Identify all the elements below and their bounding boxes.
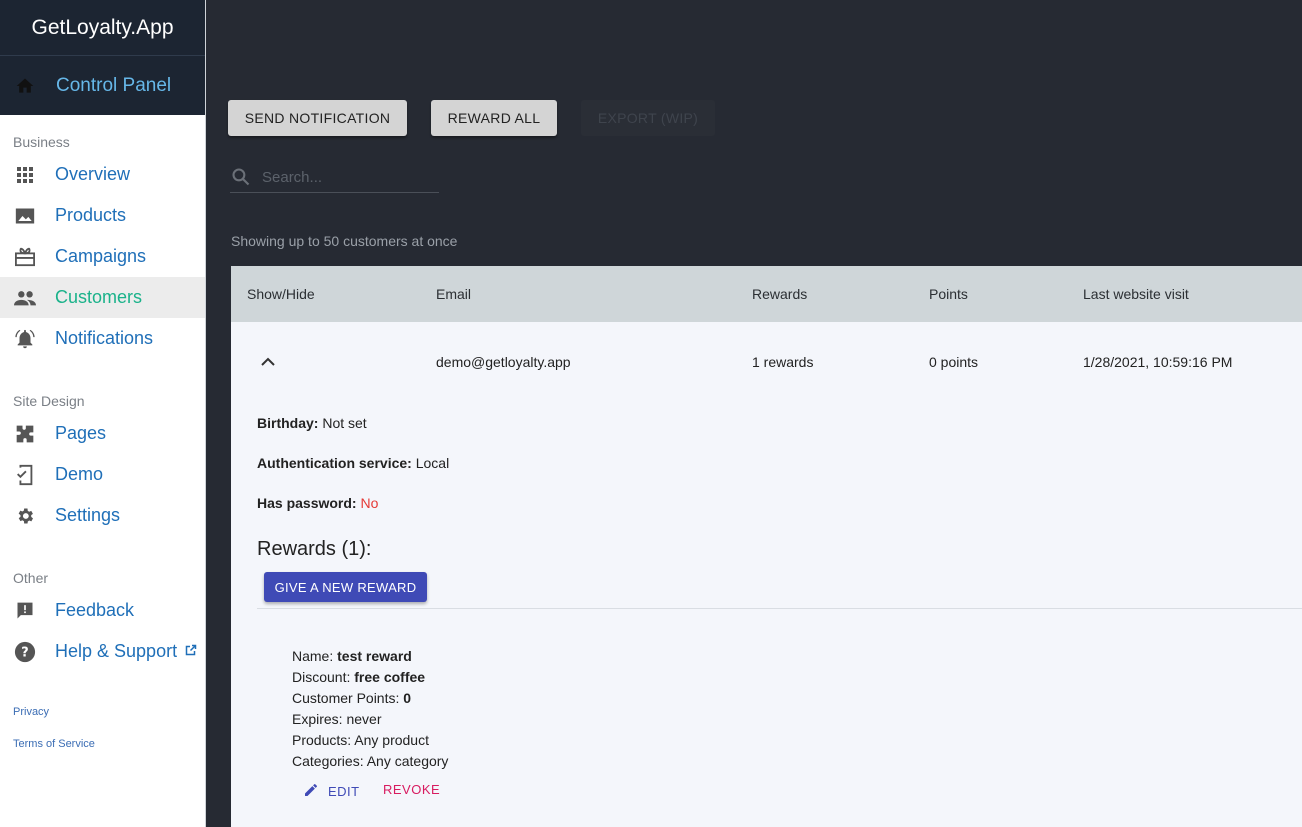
revoke-reward-button[interactable]: REVOKE bbox=[383, 782, 440, 797]
grid-icon bbox=[14, 164, 36, 186]
reward-discount: Discount: free coffee bbox=[292, 667, 448, 688]
sidebar-item-settings[interactable]: Settings bbox=[0, 495, 205, 536]
sidebar-item-label: Settings bbox=[55, 505, 121, 525]
sidebar-item-label: Overview bbox=[55, 164, 131, 184]
section-site-design: Site Design bbox=[13, 393, 85, 409]
reward-products: Products: Any product bbox=[292, 730, 448, 751]
privacy-link[interactable]: Privacy bbox=[0, 706, 205, 718]
gift-card-icon bbox=[14, 246, 36, 268]
sidebar-item-label: Demo bbox=[55, 464, 104, 484]
reward-discount-label: Discount: bbox=[292, 669, 351, 685]
cell-points: 0 points bbox=[929, 354, 979, 370]
gear-icon bbox=[14, 505, 36, 527]
sidebar-item-help[interactable]: ? Help & Support bbox=[0, 631, 205, 672]
reward-name-label: Name: bbox=[292, 648, 334, 664]
collapse-toggle[interactable] bbox=[261, 322, 275, 402]
edit-reward-button[interactable]: EDIT bbox=[303, 782, 360, 801]
app-brand: GetLoyalty.App bbox=[0, 0, 205, 56]
search-icon bbox=[230, 166, 252, 188]
search-field[interactable]: Search... bbox=[230, 162, 439, 193]
results-hint: Showing up to 50 customers at once bbox=[231, 233, 458, 249]
reward-categories-label: Categories: bbox=[292, 753, 364, 769]
help-circle-icon: ? bbox=[14, 641, 36, 663]
reward-products-label: Products: bbox=[292, 732, 352, 748]
column-last-visit: Last website visit bbox=[1083, 286, 1189, 302]
image-icon bbox=[14, 205, 36, 227]
divider bbox=[257, 608, 1302, 609]
detail-password: Has password: No bbox=[257, 495, 378, 511]
detail-auth: Authentication service: Local bbox=[257, 455, 449, 471]
reward-expires-value: never bbox=[346, 711, 382, 727]
external-link-icon bbox=[185, 643, 197, 661]
column-rewards: Rewards bbox=[752, 286, 808, 302]
pencil-icon bbox=[303, 782, 319, 801]
column-points: Points bbox=[929, 286, 968, 302]
sidebar-item-products[interactable]: Products bbox=[0, 195, 205, 236]
reward-name: Name: test reward bbox=[292, 646, 448, 667]
detail-birthday: Birthday: Not set bbox=[257, 415, 367, 431]
sidebar-item-label: Notifications bbox=[55, 328, 154, 348]
reward-products-value: Any product bbox=[354, 732, 429, 748]
people-icon bbox=[14, 287, 36, 309]
birthday-label: Birthday: bbox=[257, 415, 319, 431]
sidebar-item-feedback[interactable]: Feedback bbox=[0, 590, 205, 631]
reward-name-value: test reward bbox=[337, 648, 412, 664]
auth-value: Local bbox=[415, 455, 450, 471]
control-panel-link[interactable]: Control Panel bbox=[0, 56, 205, 115]
column-show-hide: Show/Hide bbox=[247, 286, 315, 302]
phone-check-icon bbox=[14, 464, 36, 486]
terms-link[interactable]: Terms of Service bbox=[0, 738, 205, 750]
send-notification-button[interactable]: SEND NOTIFICATION bbox=[228, 100, 407, 136]
reward-points-label: Customer Points: bbox=[292, 690, 400, 706]
sidebar-item-label: Feedback bbox=[55, 600, 135, 620]
section-business: Business bbox=[13, 134, 70, 150]
sidebar-item-label: Customers bbox=[55, 287, 143, 307]
rewards-heading: Rewards (1): bbox=[257, 538, 372, 560]
reward-points: Customer Points: 0 bbox=[292, 688, 448, 709]
sidebar-item-notifications[interactable]: Notifications bbox=[0, 318, 205, 359]
sidebar-item-label: Campaigns bbox=[55, 246, 147, 266]
birthday-value: Not set bbox=[322, 415, 367, 431]
sidebar-item-overview[interactable]: Overview bbox=[0, 154, 205, 195]
auth-label: Authentication service: bbox=[257, 455, 412, 471]
password-value: No bbox=[360, 495, 379, 511]
reward-points-value: 0 bbox=[403, 690, 412, 706]
sidebar: GetLoyalty.App Control Panel Business Ov… bbox=[0, 0, 206, 827]
feedback-icon bbox=[14, 600, 36, 622]
cell-last-visit: 1/28/2021, 10:59:16 PM bbox=[1083, 354, 1233, 370]
search-input[interactable]: Search... bbox=[262, 169, 322, 186]
table-row: demo@getloyalty.app 1 rewards 0 points 1… bbox=[231, 322, 1302, 402]
chevron-up-icon bbox=[261, 354, 275, 370]
give-reward-button[interactable]: GIVE A NEW REWARD bbox=[264, 572, 427, 602]
svg-text:?: ? bbox=[21, 645, 28, 660]
reward-expires: Expires: never bbox=[292, 709, 448, 730]
control-panel-label: Control Panel bbox=[56, 74, 172, 96]
home-icon bbox=[14, 75, 36, 97]
sidebar-item-label: Products bbox=[55, 205, 127, 225]
sidebar-item-label: Help & Support bbox=[55, 641, 178, 661]
puzzle-icon bbox=[14, 423, 36, 445]
export-button: EXPORT (WIP) bbox=[581, 100, 715, 136]
reward-categories-value: Any category bbox=[366, 753, 449, 769]
customers-table: Show/Hide Email Rewards Points Last webs… bbox=[231, 266, 1302, 827]
cell-rewards: 1 rewards bbox=[752, 354, 814, 370]
sidebar-item-campaigns[interactable]: Campaigns bbox=[0, 236, 205, 277]
sidebar-item-label: Pages bbox=[55, 423, 107, 443]
reward-discount-value: free coffee bbox=[354, 669, 426, 685]
section-other: Other bbox=[13, 570, 49, 586]
bell-alert-icon bbox=[14, 328, 36, 350]
reward-expires-label: Expires: bbox=[292, 711, 343, 727]
cell-email: demo@getloyalty.app bbox=[436, 354, 571, 370]
sidebar-item-pages[interactable]: Pages bbox=[0, 413, 205, 454]
table-header: Show/Hide Email Rewards Points Last webs… bbox=[231, 266, 1302, 322]
reward-card: Name: test reward Discount: free coffee … bbox=[292, 646, 448, 772]
reward-all-button[interactable]: REWARD ALL bbox=[431, 100, 557, 136]
password-label: Has password: bbox=[257, 495, 357, 511]
edit-label: EDIT bbox=[328, 784, 360, 799]
sidebar-item-demo[interactable]: Demo bbox=[0, 454, 205, 495]
reward-categories: Categories: Any category bbox=[292, 751, 448, 772]
column-email: Email bbox=[436, 286, 472, 302]
sidebar-item-customers[interactable]: Customers bbox=[0, 277, 205, 318]
